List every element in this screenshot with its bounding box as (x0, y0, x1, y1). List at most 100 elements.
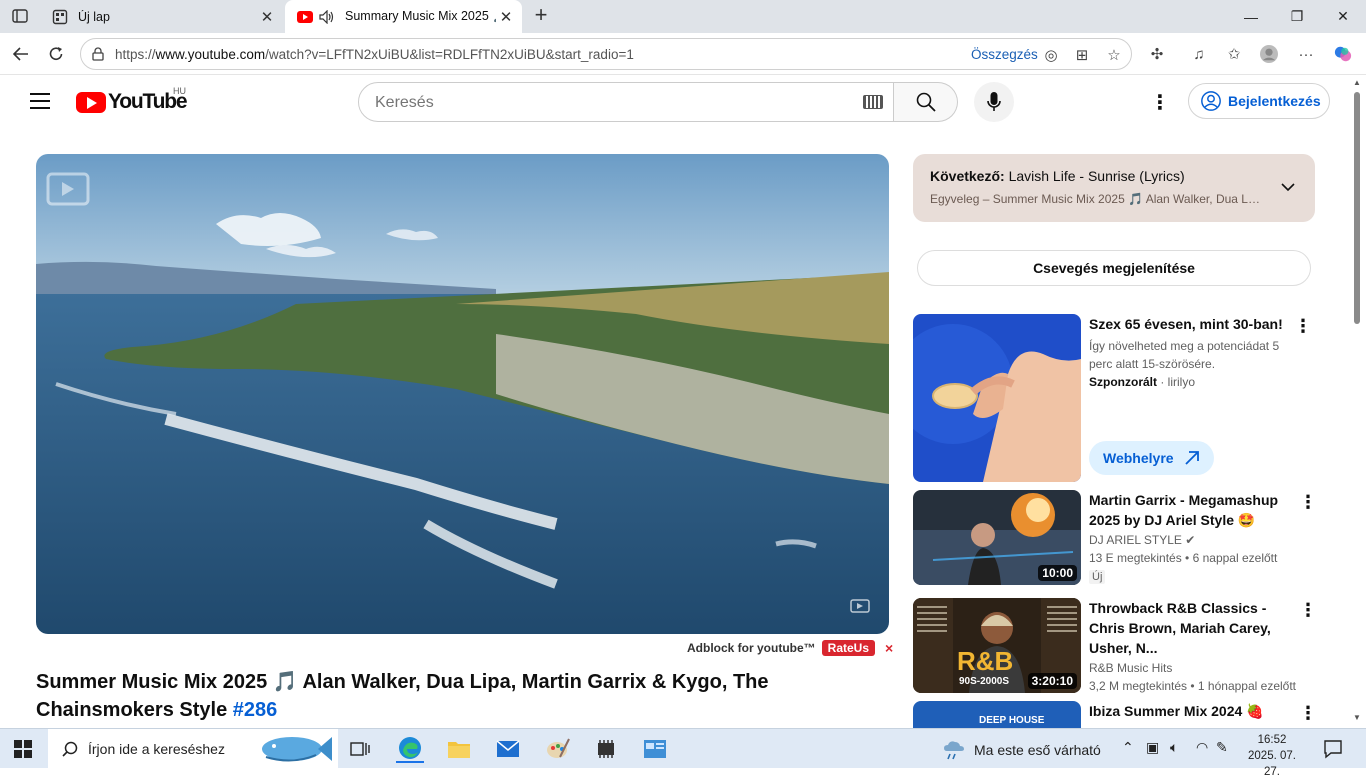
speaker-icon[interactable] (319, 9, 337, 24)
language-icon[interactable]: ✎ (1216, 739, 1228, 756)
network-device-icon[interactable]: ▣ (1146, 739, 1159, 756)
visit-website-label: Webhelyre (1103, 450, 1174, 466)
browser-toolbar: https://www.youtube.com/watch?v=LFfTN2xU… (0, 33, 1366, 75)
video-duration: 10:00 (1038, 565, 1077, 581)
show-chat-button[interactable]: Csevegés megjelenítése (917, 250, 1311, 286)
rain-cloud-icon (944, 741, 964, 760)
apps-icon[interactable]: ⊞ (1073, 46, 1091, 64)
signin-label: Bejelentkezés (1228, 93, 1321, 109)
address-bar[interactable]: https://www.youtube.com/watch?v=LFfTN2xU… (80, 38, 1132, 70)
tab-new-tab[interactable]: Új lap ✕ (40, 0, 283, 33)
search-button[interactable] (894, 82, 958, 122)
new-badge: Új (1089, 570, 1106, 584)
video-title-link[interactable]: Martin Garrix - Megamashup 2025 by DJ Ar… (1089, 490, 1299, 530)
youtube-header: YouTube HU Keresés ⋮ Bejelentkezés (0, 76, 1348, 128)
video-thumbnail[interactable]: 10:00 (913, 490, 1081, 585)
video-info: Ibiza Summer Mix 2024 🍓 (1089, 701, 1299, 721)
video-title-link[interactable]: Throwback R&B Classics - Chris Brown, Ma… (1089, 598, 1299, 658)
channel-name[interactable]: DJ ARIEL STYLE ✔ (1089, 531, 1299, 549)
volume-icon[interactable]: 🔈︎ (1170, 739, 1178, 756)
reader-icon[interactable]: ◎ (1042, 46, 1060, 64)
scroll-down-icon[interactable]: ▼ (1353, 713, 1361, 722)
task-view-icon[interactable] (346, 735, 374, 763)
wifi-icon[interactable]: ◠ (1196, 739, 1208, 756)
url-text[interactable]: https://www.youtube.com/watch?v=LFfTN2xU… (115, 47, 634, 62)
video-title-text: Summer Music Mix 2025 🎵 Alan Walker, Dua… (36, 671, 769, 721)
close-tab-icon[interactable]: ✕ (496, 7, 516, 27)
item-menu-icon[interactable]: ⋮ (1299, 600, 1317, 620)
weather-widget[interactable]: Ma este eső várható (942, 739, 1101, 761)
item-menu-icon[interactable]: ⋮ (1299, 703, 1317, 723)
video-thumbnail[interactable]: DEEP HOUSE (913, 701, 1081, 728)
item-menu-icon[interactable]: ⋮ (1294, 316, 1312, 336)
favorite-star-icon[interactable]: ☆ (1105, 46, 1123, 64)
tray-chevron-up-icon[interactable]: ⌃ (1122, 739, 1134, 756)
rateus-button[interactable]: RateUs (821, 640, 876, 656)
search-input[interactable]: Keresés (358, 82, 894, 122)
voice-search-button[interactable] (974, 82, 1014, 122)
playlist-subtitle: Egyveleg – Summer Music Mix 2025 🎵 Alan … (930, 192, 1260, 206)
summary-button[interactable]: Összegzés (971, 47, 1038, 62)
ad-title[interactable]: Szex 65 évesen, mint 30-ban! (1089, 314, 1299, 334)
cast-icon[interactable] (849, 596, 873, 616)
video-hashtag-link[interactable]: #286 (233, 699, 278, 721)
chip-app-icon[interactable] (592, 735, 620, 763)
tab-youtube[interactable]: Summary Music Mix 2025 🎵 ✕ (285, 0, 522, 33)
video-player[interactable] (36, 154, 889, 634)
item-menu-icon[interactable]: ⋮ (1299, 492, 1317, 512)
sponsored-label: Szponzorált (1089, 375, 1157, 389)
search-icon (916, 92, 936, 112)
up-next-line: Következő: Lavish Life - Sunrise (Lyrics… (930, 168, 1185, 184)
recommended-video[interactable]: 10:00 Martin Garrix - Megamashup 2025 by… (913, 490, 1333, 585)
recommended-video[interactable]: R&B 90S-2000S 3:20:10 Throwback R&B Clas… (913, 598, 1333, 693)
menu-dots-icon[interactable]: ··· (1297, 45, 1315, 63)
file-explorer-icon[interactable] (445, 735, 473, 763)
notifications-icon[interactable] (1323, 739, 1343, 759)
new-tab-plus-icon[interactable]: + (530, 4, 552, 27)
scroll-up-icon[interactable]: ▲ (1353, 78, 1361, 87)
paint-icon[interactable] (544, 735, 572, 763)
minimize-icon[interactable]: — (1228, 0, 1274, 33)
channel-name[interactable]: R&B Music Hits (1089, 659, 1299, 677)
reload-icon[interactable] (43, 41, 69, 67)
video-title: Summer Music Mix 2025 🎵 Alan Walker, Dua… (36, 668, 886, 724)
adblock-close-icon[interactable]: × (885, 640, 893, 656)
collections-icon[interactable]: ♫ (1190, 45, 1208, 63)
recommended-video[interactable]: DEEP HOUSE Ibiza Summer Mix 2024 🍓 ⋮ (913, 701, 1333, 728)
channel-watermark-icon (46, 172, 90, 206)
video-title-link[interactable]: Ibiza Summer Mix 2024 🍓 (1089, 701, 1299, 721)
site-info-icon[interactable] (90, 46, 106, 62)
taskbar-clock[interactable]: 16:52 2025. 07. 27. (1240, 732, 1304, 780)
visit-website-button[interactable]: Webhelyre (1089, 441, 1214, 475)
copilot-icon[interactable] (1334, 45, 1352, 63)
thumbnail-years-text: 90S-2000S (959, 676, 1010, 687)
chevron-down-icon[interactable] (1281, 180, 1295, 194)
profile-icon[interactable] (1260, 45, 1278, 63)
favorites-icon[interactable]: ✩ (1225, 45, 1243, 63)
back-icon[interactable] (8, 41, 34, 67)
hamburger-menu-icon[interactable] (30, 93, 50, 109)
page-scrollbar[interactable]: ▲ ▼ (1348, 76, 1366, 724)
video-meta: 3,2 M megtekintés • 1 hónappal ezelőtt (1089, 679, 1297, 693)
video-thumbnail[interactable]: R&B 90S-2000S 3:20:10 (913, 598, 1081, 693)
video-frame-image (36, 154, 889, 634)
signin-button[interactable]: Bejelentkezés (1188, 83, 1330, 119)
windows-start-icon[interactable] (14, 740, 32, 758)
extensions-icon[interactable]: ✣ (1148, 45, 1166, 63)
sponsored-item[interactable]: Szex 65 évesen, mint 30-ban! Így növelhe… (913, 314, 1333, 482)
control-panel-icon[interactable] (641, 735, 669, 763)
settings-more-icon[interactable]: ⋮ (1150, 92, 1170, 114)
taskbar-search-box[interactable]: Írjon ide a kereséshez (48, 729, 338, 769)
playlist-up-next-panel[interactable]: Következő: Lavish Life - Sunrise (Lyrics… (913, 154, 1315, 222)
youtube-logo[interactable]: YouTube HU (76, 86, 188, 113)
tab-actions-icon[interactable] (8, 6, 32, 26)
mail-icon[interactable] (494, 735, 522, 763)
edge-taskbar-icon[interactable] (396, 735, 424, 763)
restore-icon[interactable]: ❐ (1274, 0, 1320, 33)
scrollbar-thumb[interactable] (1354, 92, 1360, 324)
close-tab-icon[interactable]: ✕ (257, 7, 277, 27)
ad-thumbnail[interactable] (913, 314, 1081, 482)
keyboard-icon[interactable] (863, 95, 883, 109)
close-window-icon[interactable]: ✕ (1320, 0, 1366, 33)
advertiser-name: lirilyo (1167, 375, 1196, 389)
